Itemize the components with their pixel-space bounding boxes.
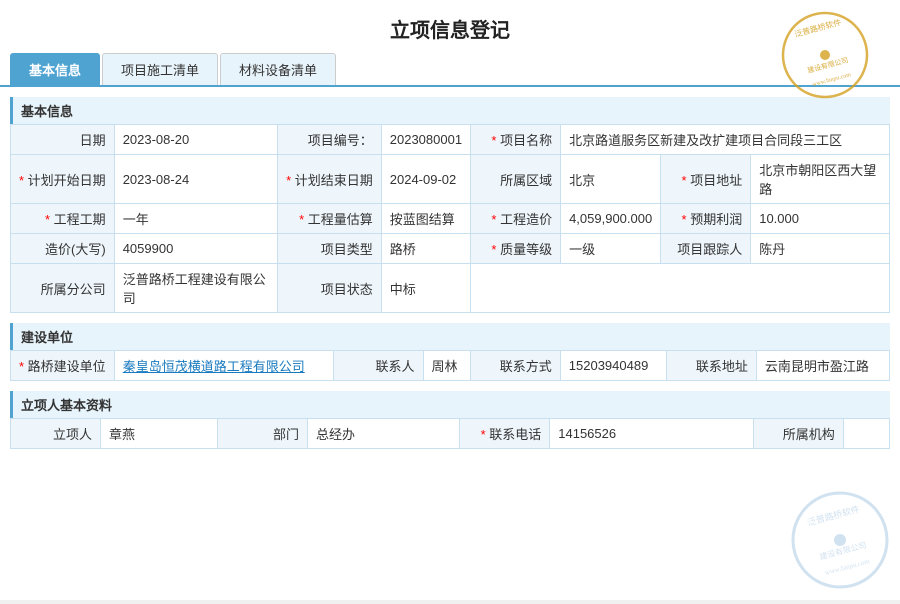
construction-unit-title: 建设单位 (10, 323, 890, 350)
page-wrapper: 泛普路桥软件 建设有限公司 www.fanpu.com 立项信息登记 基本信息 … (0, 0, 900, 600)
label-status: 项目状态 (278, 264, 382, 313)
empty-cell (471, 264, 890, 313)
value-estimate: 按蓝图结算 (381, 204, 470, 234)
value-builder[interactable]: 秦皇岛恒茂横道路工程有限公司 (114, 351, 333, 381)
label-contact: 联系人 (333, 351, 423, 381)
value-contact: 周林 (423, 351, 470, 381)
table-row: 计划开始日期 2023-08-24 计划结束日期 2024-09-02 所属区域… (11, 155, 890, 204)
basic-info-table: 日期 2023-08-20 项目编号： 2023080001 项目名称 北京路道… (10, 124, 890, 313)
value-profit: 10.000 (751, 204, 890, 234)
label-tracker: 项目跟踪人 (661, 234, 751, 264)
bottom-watermark: 泛普路桥软件 建设有限公司 www.fanpu.com (779, 479, 900, 601)
value-start-date: 2023-08-24 (114, 155, 277, 204)
label-end-date: 计划结束日期 (278, 155, 382, 204)
label-cost: 工程造价 (471, 204, 561, 234)
table-row: 日期 2023-08-20 项目编号： 2023080001 项目名称 北京路道… (11, 125, 890, 155)
value-project-no: 2023080001 (381, 125, 470, 155)
value-quality: 一级 (561, 234, 661, 264)
table-row: 工程工期 一年 工程量估算 按蓝图结算 工程造价 4,059,900.000 预… (11, 204, 890, 234)
label-builder: 路桥建设单位 (11, 351, 115, 381)
label-org: 所属机构 (753, 419, 843, 449)
label-company: 所属分公司 (11, 264, 115, 313)
value-tel: 14156526 (550, 419, 754, 449)
value-end-date: 2024-09-02 (381, 155, 470, 204)
builder-link[interactable]: 秦皇岛恒茂横道路工程有限公司 (123, 359, 305, 374)
label-address: 项目地址 (661, 155, 751, 204)
tab-materials[interactable]: 材料设备清单 (220, 53, 336, 85)
label-estimate: 工程量估算 (278, 204, 382, 234)
value-region: 北京 (561, 155, 661, 204)
value-company: 泛普路桥工程建设有限公司 (114, 264, 277, 313)
label-quality: 质量等级 (471, 234, 561, 264)
table-row: 造价(大写) 4059900 项目类型 路桥 质量等级 一级 项目跟踪人 陈丹 (11, 234, 890, 264)
value-cost: 4,059,900.000 (561, 204, 661, 234)
value-org (843, 419, 889, 449)
table-row: 所属分公司 泛普路桥工程建设有限公司 项目状态 中标 (11, 264, 890, 313)
basic-info-title: 基本信息 (10, 97, 890, 124)
value-applicant: 章燕 (101, 419, 218, 449)
value-status: 中标 (381, 264, 470, 313)
value-project-name: 北京路道服务区新建及改扩建项目合同段三工区 (561, 125, 890, 155)
label-date: 日期 (11, 125, 115, 155)
applicant-info-title: 立项人基本资料 (10, 391, 890, 418)
label-project-type: 项目类型 (278, 234, 382, 264)
label-cost-big: 造价(大写) (11, 234, 115, 264)
svg-text:www.fanpu.com: www.fanpu.com (824, 557, 871, 577)
label-duration: 工程工期 (11, 204, 115, 234)
page-title: 立项信息登记 (0, 0, 900, 53)
construction-unit-table: 路桥建设单位 秦皇岛恒茂横道路工程有限公司 联系人 周林 联系方式 152039… (10, 350, 890, 381)
label-profit: 预期利润 (661, 204, 751, 234)
label-project-name: 项目名称 (471, 125, 561, 155)
value-project-type: 路桥 (381, 234, 470, 264)
applicant-info-table: 立项人 章燕 部门 总经办 联系电话 14156526 所属机构 (10, 418, 890, 449)
value-tracker: 陈丹 (751, 234, 890, 264)
label-phone: 联系方式 (470, 351, 560, 381)
label-applicant: 立项人 (11, 419, 101, 449)
value-address: 北京市朝阳区西大望路 (751, 155, 890, 204)
value-date: 2023-08-20 (114, 125, 277, 155)
label-region: 所属区域 (471, 155, 561, 204)
value-contact-addr: 云南昆明市盈江路 (756, 351, 889, 381)
tabs-bar: 基本信息 项目施工清单 材料设备清单 (0, 53, 900, 87)
construction-unit-section: 建设单位 路桥建设单位 秦皇岛恒茂横道路工程有限公司 联系人 周林 联系方式 1… (10, 323, 890, 381)
svg-text:www.fanpu.com: www.fanpu.com (812, 71, 852, 88)
value-dept: 总经办 (307, 419, 459, 449)
table-row: 路桥建设单位 秦皇岛恒茂横道路工程有限公司 联系人 周林 联系方式 152039… (11, 351, 890, 381)
company-stamp: 泛普路桥软件 建设有限公司 www.fanpu.com (780, 10, 870, 100)
value-duration: 一年 (114, 204, 277, 234)
label-project-no: 项目编号： (278, 125, 382, 155)
value-phone: 15203940489 (560, 351, 666, 381)
value-cost-big: 4059900 (114, 234, 277, 264)
label-contact-addr: 联系地址 (666, 351, 756, 381)
label-dept: 部门 (217, 419, 307, 449)
label-start-date: 计划开始日期 (11, 155, 115, 204)
basic-info-section: 基本信息 日期 2023-08-20 项目编号： 2023080001 项目名称… (10, 97, 890, 313)
tab-construction[interactable]: 项目施工清单 (102, 53, 218, 85)
label-tel: 联系电话 (460, 419, 550, 449)
svg-text:泛普路桥软件: 泛普路桥软件 (806, 503, 861, 528)
applicant-info-section: 立项人基本资料 立项人 章燕 部门 总经办 联系电话 14156526 所属机构 (10, 391, 890, 449)
tab-basic[interactable]: 基本信息 (10, 53, 100, 85)
table-row: 立项人 章燕 部门 总经办 联系电话 14156526 所属机构 (11, 419, 890, 449)
